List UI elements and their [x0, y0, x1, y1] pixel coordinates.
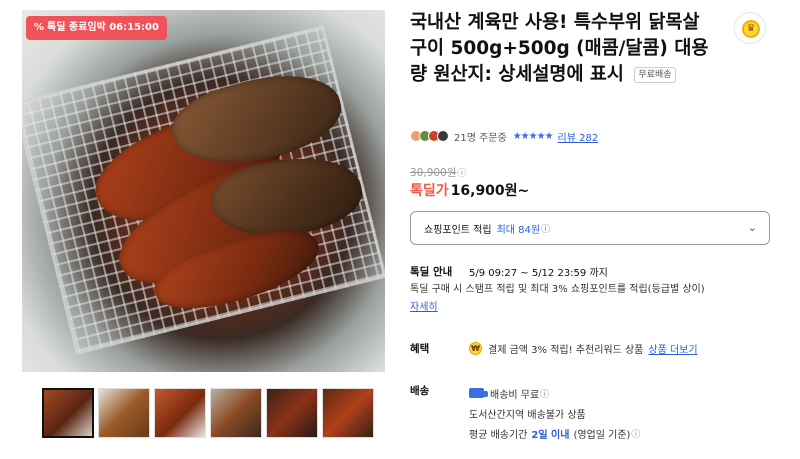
info-icon[interactable]: ⓘ	[631, 427, 640, 440]
shipping-region: 도서산간지역 배송불가 상품	[469, 409, 586, 421]
chevron-down-icon: ⌄	[747, 221, 757, 234]
shipping-avg-suffix: (영업일 기준)	[573, 429, 631, 441]
thumbnail-4[interactable]	[210, 388, 262, 438]
main-product-image[interactable]	[22, 10, 385, 372]
benefit-row: ₩ 결제 금액 3% 적립! 추천리워드 상품 상품 더보기	[469, 341, 698, 356]
won-coin-icon: ₩	[469, 342, 482, 355]
deal-ending-badge: % 톡딜 종료임박 06:15:00	[26, 16, 167, 40]
deal-description: 톡딜 구매 시 스탬프 적립 및 최대 3% 쇼핑포인트를 적립(등급별 상이)	[410, 284, 705, 295]
thumbnail-3[interactable]	[154, 388, 206, 438]
info-icon[interactable]: ⓘ	[540, 387, 549, 400]
share-button[interactable]: ♛	[734, 12, 766, 44]
shipping-label: 배송	[410, 385, 430, 397]
buyer-avatars	[410, 130, 449, 142]
rating-stars: ★★★★★	[512, 130, 554, 142]
original-price: 30,900원ⓘ	[410, 165, 466, 180]
product-title-block: 국내산 계육만 사용! 특수부위 닭목살구이 500g+500g (매콤/달콤)…	[410, 10, 710, 88]
sale-label: 톡딜가	[410, 183, 449, 199]
benefit-label: 혜택	[410, 343, 430, 355]
avatar	[437, 130, 449, 142]
thumbnail-2[interactable]	[98, 388, 150, 438]
thumbnail-strip	[42, 388, 374, 438]
shipping-info: 배송비 무료 ⓘ 도서산간지역 배송불가 상품 평균 배송기간 2일 이내 (영업…	[469, 383, 640, 443]
shipping-fee-row: 배송비 무료 ⓘ	[469, 383, 640, 403]
info-icon[interactable]: ⓘ	[457, 169, 466, 179]
point-label: 쇼핑포인트 적립	[424, 224, 492, 236]
info-icon: ⓘ	[541, 224, 551, 235]
shopping-point-dropdown[interactable]: 쇼핑포인트 적립 최대 84원 ⓘ ⌄	[410, 211, 770, 245]
deal-more-link[interactable]: 자세히	[410, 298, 438, 313]
more-products-link[interactable]: 상품 더보기	[648, 341, 697, 356]
shipping-period-row: 평균 배송기간 2일 이내 (영업일 기준) ⓘ	[469, 423, 640, 443]
deal-ending-text: 톡딜 종료임박 06:15:00	[47, 22, 159, 33]
shipping-avg-prefix: 평균 배송기간	[469, 429, 528, 441]
product-meta: 21명 주문중 ★★★★★ 리뷰 282	[410, 128, 598, 144]
truck-icon	[469, 388, 488, 398]
thumbnail-5[interactable]	[266, 388, 318, 438]
shipping-avg-days: 2일 이내	[531, 429, 570, 441]
review-link[interactable]: 리뷰 282	[558, 129, 599, 144]
free-shipping-tag: 무료배송	[634, 67, 676, 83]
shipping-fee: 배송비 무료	[490, 389, 540, 401]
thumbnail-6[interactable]	[322, 388, 374, 438]
benefit-text: 결제 금액 3% 적립! 추천리워드 상품	[488, 345, 644, 356]
thumbnail-1[interactable]	[42, 388, 94, 438]
order-count: 21명 주문중	[454, 132, 507, 144]
point-max: 최대 84원	[496, 224, 541, 236]
deal-info-label: 톡딜 안내	[410, 266, 453, 278]
deal-period: 5/9 09:27 ~ 5/12 23:59 까지	[469, 268, 608, 279]
original-price-value: 30,900원	[410, 167, 457, 179]
sale-price: 톡딜가 16,900원~	[410, 180, 529, 200]
crown-coin-icon: ♛	[742, 20, 760, 38]
shipping-region-row: 도서산간지역 배송불가 상품	[469, 403, 640, 423]
sale-price-value: 16,900원~	[450, 183, 530, 199]
percent-icon: %	[34, 22, 45, 33]
